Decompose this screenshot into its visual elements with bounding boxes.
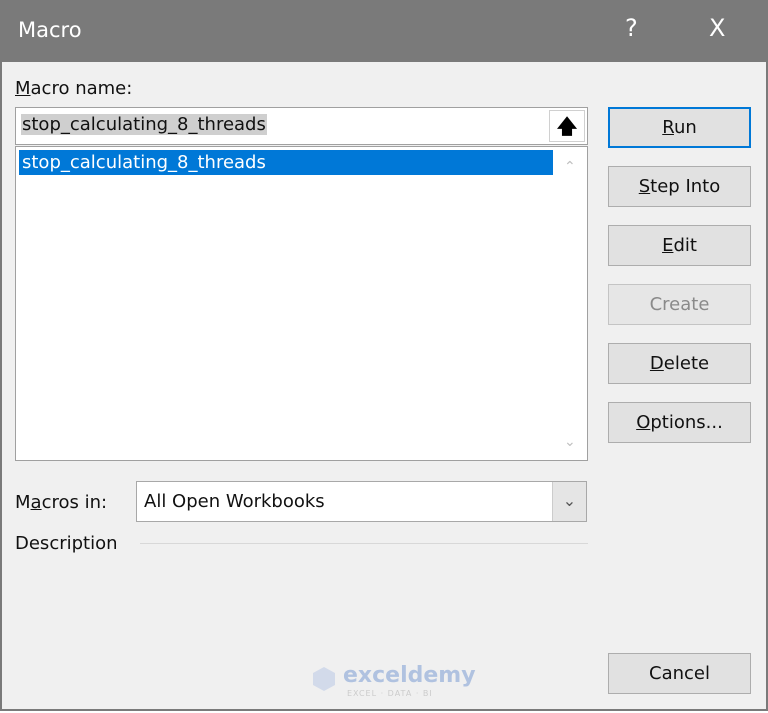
- options-button[interactable]: Options...: [608, 402, 751, 443]
- arrow-up-icon[interactable]: 🡅: [549, 110, 585, 142]
- description-label: Description: [15, 533, 118, 554]
- create-button: Create: [608, 284, 751, 325]
- macro-name-label: Macro name:: [15, 78, 133, 99]
- macro-name-value: stop_calculating_8_threads: [21, 114, 267, 135]
- macro-name-input[interactable]: stop_calculating_8_threads 🡅: [15, 107, 588, 145]
- help-button[interactable]: ?: [625, 14, 638, 42]
- run-button[interactable]: Run: [608, 107, 751, 148]
- description-divider: [140, 543, 588, 544]
- title-bar: Macro ? X: [0, 0, 768, 62]
- cancel-button[interactable]: Cancel: [608, 653, 751, 694]
- close-button[interactable]: X: [709, 14, 725, 42]
- list-scrollbar[interactable]: ⌃ ⌄: [555, 147, 587, 460]
- scroll-up-icon[interactable]: ⌃: [564, 159, 576, 175]
- scroll-down-icon[interactable]: ⌄: [564, 434, 576, 450]
- edit-button[interactable]: Edit: [608, 225, 751, 266]
- macros-in-value: All Open Workbooks: [144, 491, 325, 512]
- step-into-button[interactable]: Step Into: [608, 166, 751, 207]
- dialog-title: Macro: [18, 18, 82, 42]
- macros-in-label: Macros in:: [15, 492, 108, 513]
- macros-in-select[interactable]: All Open Workbooks ⌄: [136, 481, 587, 522]
- macro-list[interactable]: stop_calculating_8_threads ⌃ ⌄: [15, 146, 588, 461]
- delete-button[interactable]: Delete: [608, 343, 751, 384]
- list-item[interactable]: stop_calculating_8_threads: [19, 150, 553, 175]
- chevron-down-icon[interactable]: ⌄: [552, 482, 586, 521]
